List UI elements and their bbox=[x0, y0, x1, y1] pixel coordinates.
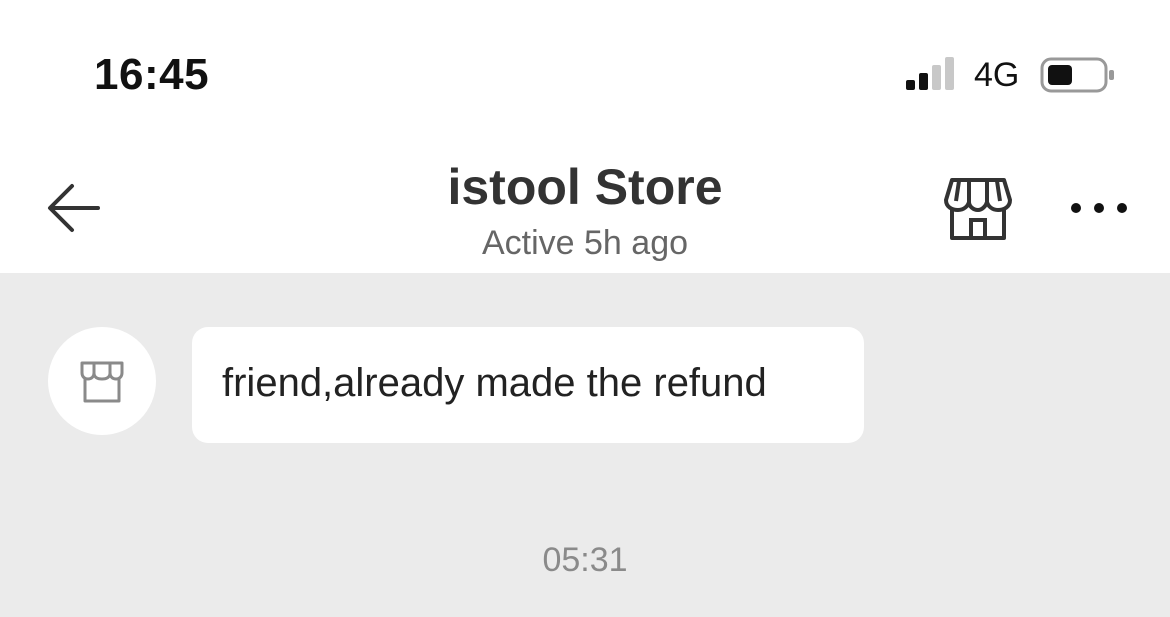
chat-header: istool Store Active 5h ago bbox=[0, 140, 1170, 273]
storefront-icon[interactable] bbox=[942, 176, 1014, 242]
store-avatar[interactable] bbox=[48, 327, 156, 435]
battery-icon bbox=[1040, 57, 1114, 93]
message-bubble[interactable]: friend,already made the refund bbox=[192, 327, 864, 443]
signal-bars-icon bbox=[906, 57, 954, 90]
storefront-avatar-icon bbox=[80, 361, 124, 403]
message-text: friend,already made the refund bbox=[222, 361, 767, 405]
status-bar: 16:45 4G bbox=[0, 0, 1170, 140]
status-time: 16:45 bbox=[94, 50, 210, 99]
chat-messages-area[interactable]: friend,already made the refund 05:31 bbox=[0, 273, 1170, 617]
more-dots-icon[interactable] bbox=[1066, 190, 1132, 226]
network-label: 4G bbox=[974, 56, 1020, 94]
message-timestamp: 05:31 bbox=[542, 541, 628, 579]
